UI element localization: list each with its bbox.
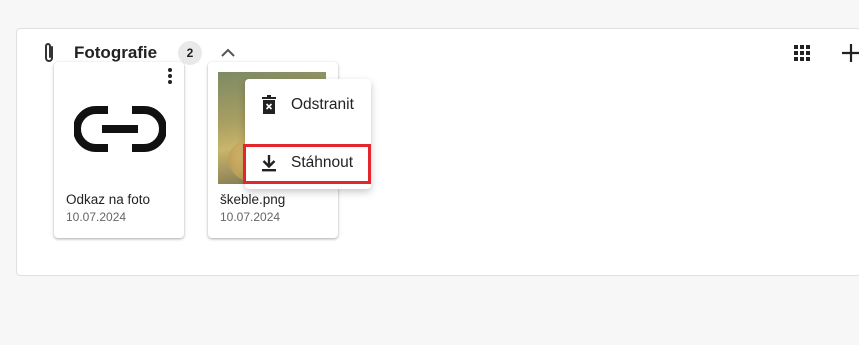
menu-item-delete[interactable]: Odstranit: [245, 85, 371, 125]
attachment-name: škeble.png: [220, 192, 286, 207]
section-title: Fotografie: [74, 43, 158, 62]
link-icon: [74, 106, 166, 152]
attachment-date: 10.07.2024: [66, 210, 127, 224]
trash-icon: [262, 95, 276, 114]
attachment-name: Odkaz na foto: [66, 192, 151, 207]
highlight-box: [243, 144, 371, 184]
attachment-date: 10.07.2024: [220, 210, 281, 224]
attachment-card[interactable]: Odkaz na foto 10.07.2024: [54, 62, 184, 238]
add-icon[interactable]: [837, 39, 859, 67]
more-vert-icon[interactable]: [160, 66, 180, 86]
grid-view-icon[interactable]: [790, 41, 814, 65]
menu-item-label: Odstranit: [291, 96, 354, 113]
paperclip-icon: [45, 43, 53, 62]
top-strip: [0, 0, 859, 12]
